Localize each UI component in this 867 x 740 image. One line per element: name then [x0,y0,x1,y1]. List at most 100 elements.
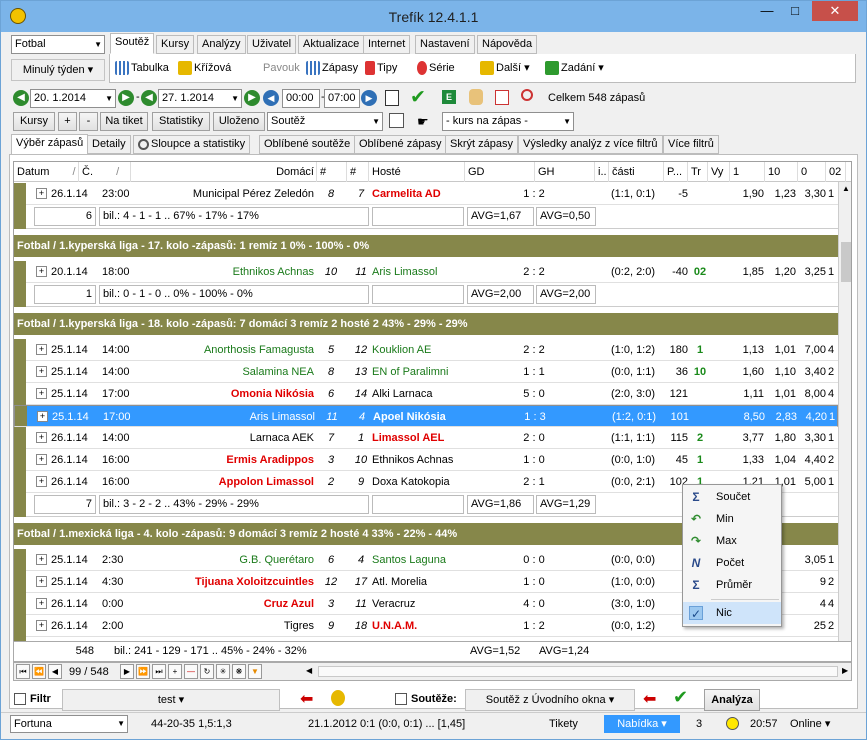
subtab-sloupce[interactable]: Sloupce a statistiky [133,135,251,154]
table-row[interactable]: +20.1.14 18:00 Ethnikos Achnas 10 11 Aris Lim… [14,261,838,283]
menu-item-min[interactable]: ↶ Min [683,508,781,530]
col-02[interactable]: 02 [826,162,846,182]
tab-napoveda[interactable]: Nápověda [477,35,538,54]
next-record-button[interactable]: ▶ [120,664,134,679]
nabidka-button[interactable]: Nabídka ▾ [604,715,680,733]
prev-day-icon-2[interactable]: ◀ [141,90,157,106]
period-dropdown[interactable]: Minulý týden ▾ [11,59,105,81]
minus-button[interactable]: - [79,112,98,131]
refresh-button[interactable]: ↻ [200,664,214,679]
hscroll-left-icon[interactable]: ◀ [306,666,312,675]
col-hash2[interactable]: # [347,162,369,182]
ulozeno-button[interactable]: Uloženo [213,112,265,131]
expand-icon[interactable]: + [36,554,47,565]
subtab-skryt[interactable]: Skrýt zápasy [445,135,518,154]
menu-item-pocet[interactable]: N Počet [683,552,781,574]
next-day-icon[interactable]: ▶ [118,90,134,106]
col-vy[interactable]: Vy [708,162,730,182]
excel-icon[interactable]: E [442,90,456,104]
tab-nastaveni[interactable]: Nastavení [415,35,475,54]
soutez-source-dropdown[interactable]: Soutěž z Úvodního okna ▾ [465,689,635,711]
table-row[interactable]: +25.1.14 14:00 Salamina NEA 8 13 EN of Parali… [14,361,838,383]
time-from-field[interactable]: 00:00 [282,89,320,108]
kursy-button[interactable]: Kursy [13,112,55,131]
person-icon[interactable] [331,690,345,706]
add-record-button[interactable]: + [168,664,182,679]
expand-icon[interactable]: + [36,576,47,587]
filtr-checkbox[interactable] [14,693,26,705]
expand-icon[interactable]: + [36,432,47,443]
next-day-icon-2[interactable]: ▶ [244,90,260,106]
col-gd[interactable]: GD [465,162,535,182]
expand-icon[interactable]: + [36,388,47,399]
souteze-checkbox[interactable] [395,693,407,705]
table-row[interactable]: +25.1.14 17:00 Omonia Nikósia 6 14 Alki Larna… [14,383,838,405]
col-cislo[interactable]: Č. / [79,162,131,182]
analyza-button[interactable]: Analýza [704,689,760,711]
hscroll-right-icon[interactable]: ▶ [842,666,848,675]
filter-funnel-icon[interactable]: ▼ [248,664,262,679]
col-0[interactable]: 0 [798,162,826,182]
test-dropdown[interactable]: test ▾ [62,689,280,711]
col-hoste[interactable]: Hosté [369,162,465,182]
col-p[interactable]: P... [664,162,688,182]
col-hash1[interactable]: # [317,162,347,182]
expand-icon[interactable]: + [36,454,47,465]
tab-analyzy[interactable]: Analýzy [197,35,246,54]
prev-day-icon[interactable]: ◀ [13,90,29,106]
table-row[interactable]: +25.1.14 14:00 Anorthosis Famagusta 5 12 Kouk… [14,339,838,361]
tabulka-button[interactable]: Tabulka [115,61,169,76]
expand-icon[interactable]: + [36,598,47,609]
sport-select[interactable]: Fotbal ▼ [11,35,105,54]
expand-icon[interactable]: + [36,188,47,199]
tikety-label[interactable]: Tikety [549,717,578,731]
tipy-button[interactable]: Tipy [365,61,397,76]
col-tr[interactable]: Tr [688,162,708,182]
col-gh[interactable]: GH [535,162,595,182]
zapasy-button[interactable]: Zápasy [306,61,358,76]
next-page-button[interactable]: ⏩ [136,664,150,679]
expand-icon[interactable]: + [36,476,47,487]
hscroll-thumb[interactable] [318,666,838,677]
table-row[interactable]: +26.1.14 23:00 Municipal Pérez Zeledón 8 7 Ca… [14,183,838,205]
menu-item-prumer[interactable]: Σ Průměr [683,574,781,596]
plus-button[interactable]: + [58,112,77,131]
vertical-scrollbar[interactable]: ▲ [838,182,851,658]
col-1[interactable]: 1 [730,162,765,182]
menu-item-soucet[interactable]: Σ Součet [683,486,781,508]
col-10[interactable]: 10 [765,162,798,182]
expand-icon[interactable]: + [36,344,47,355]
star-button[interactable]: ✳ [216,664,230,679]
statistiky-button[interactable]: Statistiky [152,112,210,131]
tab-soutez[interactable]: Soutěž [110,33,155,54]
last-record-button[interactable]: ⏭ [152,664,166,679]
menu-item-nic[interactable]: ✓ Nic [683,602,781,624]
expand-icon[interactable]: + [36,266,47,277]
expand-icon[interactable]: + [36,620,47,631]
pavouk-button[interactable]: Pavouk [263,61,300,75]
online-dropdown[interactable]: Online ▾ [790,717,830,731]
subtab-oblibene-souteze[interactable]: Oblíbené soutěže [259,135,356,154]
dalsi-button[interactable]: Další ▾ [480,61,530,76]
menu-item-max[interactable]: ↷ Max [683,530,781,552]
red-arrow-icon[interactable]: ⬅ [300,689,313,709]
prev-record-button[interactable]: ◀ [48,664,62,679]
scroll-up-icon[interactable]: ▲ [842,184,850,193]
time-to-field[interactable]: 07:00 [324,89,360,108]
maximize-button[interactable]: □ [781,1,809,21]
col-domaci[interactable]: Domácí [131,162,317,182]
calendar-icon[interactable] [385,90,399,106]
soutez-filter-icon[interactable] [389,113,404,128]
minimize-button[interactable]: — [753,1,781,21]
tab-aktualizace[interactable]: Aktualizace [298,35,365,54]
time-next-icon[interactable]: ▶ [361,90,377,106]
tab-internet[interactable]: Internet [363,35,411,54]
krizova-button[interactable]: Křížová [178,61,231,76]
apply-check-icon[interactable]: ✔ [673,687,688,708]
bookmaker-select[interactable]: Fortuna ▼ [10,715,128,733]
subtab-oblibene-zapasy[interactable]: Oblíbené zápasy [354,135,447,154]
delete-record-button[interactable]: — [184,664,198,679]
tab-uzivatel[interactable]: Uživatel [247,35,297,54]
time-reset-icon[interactable]: ◀ [263,90,279,106]
red-arrow-icon-2[interactable]: ⬅ [643,689,656,709]
